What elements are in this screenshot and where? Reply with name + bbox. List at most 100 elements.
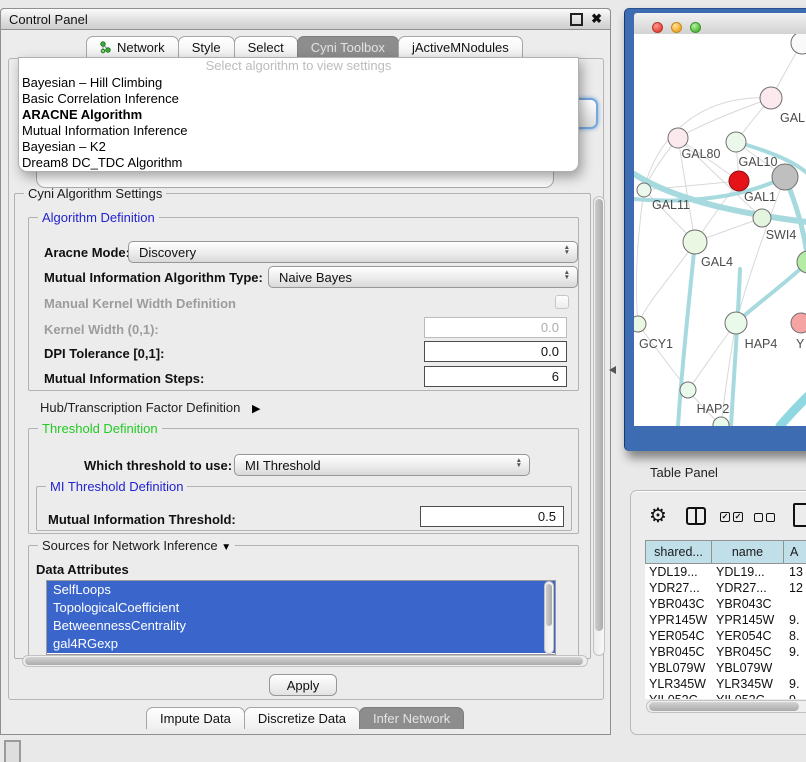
- algorithm-option[interactable]: Basic Correlation Inference: [19, 91, 578, 107]
- data-attributes-list[interactable]: SelfLoopsTopologicalCoefficientBetweenne…: [46, 580, 556, 655]
- network-node[interactable]: [791, 34, 806, 54]
- tab-label: Style: [192, 40, 221, 55]
- tab-select[interactable]: Select: [234, 36, 298, 58]
- table-cell: YPR145W: [645, 612, 712, 628]
- which-threshold-combo[interactable]: MI Threshold ▲▼: [234, 454, 530, 476]
- mi-steps-label: Mutual Information Steps:: [44, 371, 204, 386]
- table-row[interactable]: YBR043CYBR043C: [645, 596, 806, 612]
- scrollbar-thumb[interactable]: [546, 584, 552, 626]
- table-row[interactable]: YPR145WYPR145W9.: [645, 612, 806, 628]
- column-header-shared[interactable]: shared...: [645, 540, 712, 564]
- select-all-checkboxes-icon[interactable]: ✓ ✓: [720, 512, 743, 522]
- document-icon[interactable]: [793, 503, 806, 527]
- attribute-item[interactable]: BetweennessCentrality: [47, 617, 555, 635]
- tab-discretize-data[interactable]: Discretize Data: [244, 707, 360, 729]
- network-node-label: SWI4: [766, 228, 797, 242]
- mi-steps-input[interactable]: 6: [424, 366, 567, 387]
- mi-threshold-input[interactable]: 0.5: [420, 506, 564, 527]
- tab-network[interactable]: Network: [86, 36, 179, 58]
- network-node-gal4[interactable]: [683, 230, 707, 254]
- network-node-hap4[interactable]: [725, 312, 747, 334]
- tab-label: Network: [117, 40, 165, 55]
- table-row[interactable]: YBL079WYBL079W: [645, 660, 806, 676]
- network-edge: [644, 98, 771, 190]
- settings-horizontal-scrollbar[interactable]: [22, 655, 588, 667]
- group-title: Algorithm Definition: [38, 210, 159, 225]
- column-header-third[interactable]: A: [783, 540, 806, 564]
- network-node-y[interactable]: [791, 313, 806, 333]
- table-header-row: shared... name A: [645, 540, 806, 564]
- table-cell: YER054C: [712, 628, 785, 644]
- network-edge: [636, 190, 644, 324]
- network-node[interactable]: [729, 171, 749, 191]
- float-window-icon[interactable]: [570, 13, 583, 26]
- tab-style[interactable]: Style: [178, 36, 235, 58]
- attribute-item[interactable]: TopologicalCoefficient: [47, 599, 555, 617]
- scrollbar-thumb[interactable]: [25, 657, 583, 665]
- scrollbar-thumb[interactable]: [595, 199, 603, 631]
- input-value: 6: [552, 369, 559, 384]
- mini-widget[interactable]: [4, 740, 21, 762]
- unchecked-box-icon: [766, 513, 775, 522]
- algorithm-option[interactable]: Dream8 DC_TDC Algorithm: [19, 155, 578, 171]
- algorithm-option[interactable]: ARACNE Algorithm: [19, 107, 578, 123]
- columns-icon[interactable]: [686, 507, 706, 525]
- table-row[interactable]: YBR045CYBR045C9.: [645, 644, 806, 660]
- algorithm-option[interactable]: Bayesian – K2: [19, 139, 578, 155]
- tab-jactivemnodules[interactable]: jActiveMNodules: [398, 36, 523, 58]
- network-node-gal1[interactable]: [753, 209, 771, 227]
- network-canvas[interactable]: GALGAL80GAL10GAL11GAL1SWI4GAL4GCY1HAP4YH…: [634, 34, 806, 426]
- close-traffic-light-icon[interactable]: [652, 22, 663, 33]
- network-icon: [100, 41, 112, 54]
- tab-cyni-toolbox[interactable]: Cyni Toolbox: [297, 36, 399, 58]
- tab-infer-network[interactable]: Infer Network: [359, 707, 464, 729]
- attribute-item[interactable]: gal4RGexp: [47, 635, 555, 653]
- aracne-mode-combo[interactable]: Discovery ▲▼: [128, 241, 578, 263]
- network-window-titlebar[interactable]: [634, 13, 806, 35]
- table-cell: YBR043C: [645, 596, 712, 612]
- deselect-all-checkboxes-icon[interactable]: [754, 513, 775, 522]
- table-panel-title: Table Panel: [650, 465, 718, 480]
- manual-kernel-checkbox[interactable]: [555, 295, 569, 309]
- attribute-item[interactable]: SelfLoops: [47, 581, 555, 599]
- table-cell: YDR27...: [645, 580, 712, 596]
- tab-label: Discretize Data: [258, 711, 346, 726]
- dropdown-placeholder: Select algorithm to view settings: [19, 58, 578, 75]
- algorithm-option[interactable]: Mutual Information Inference: [19, 123, 578, 139]
- hub-definition-toggle[interactable]: Hub/Transcription Factor Definition ▶: [40, 400, 260, 415]
- tab-impute-data[interactable]: Impute Data: [146, 707, 245, 729]
- gear-icon[interactable]: ⚙: [649, 503, 667, 528]
- table-row[interactable]: YLR345WYLR345W9.: [645, 676, 806, 692]
- network-node-gal[interactable]: [760, 87, 782, 109]
- network-node-gal11[interactable]: [637, 183, 651, 197]
- kernel-width-input[interactable]: 0.0: [424, 317, 567, 338]
- table-row[interactable]: YIL052CYIL052C9: [645, 692, 806, 699]
- scrollbar-thumb[interactable]: [649, 702, 799, 711]
- sources-title: Sources for Network Inference: [42, 538, 218, 553]
- settings-vertical-scrollbar[interactable]: [593, 196, 605, 656]
- attributes-scrollbar[interactable]: [544, 581, 554, 654]
- table-cell: 9.: [785, 644, 806, 660]
- minimize-traffic-light-icon[interactable]: [671, 22, 682, 33]
- dpi-tolerance-input[interactable]: 0.0: [424, 341, 567, 362]
- network-node-gcy1[interactable]: [634, 316, 646, 332]
- mouse-cursor: [609, 366, 616, 374]
- network-node[interactable]: [713, 417, 729, 426]
- table-horizontal-scrollbar[interactable]: [646, 700, 806, 713]
- table-row[interactable]: YDL19...YDL19...13: [645, 564, 806, 580]
- kernel-width-label: Kernel Width (0,1):: [44, 322, 159, 337]
- table-row[interactable]: YER054CYER054C8.: [645, 628, 806, 644]
- algorithm-option[interactable]: Bayesian – Hill Climbing: [19, 75, 578, 91]
- network-node-gal10[interactable]: [726, 132, 746, 152]
- network-node-label: HAP2: [697, 402, 730, 416]
- column-header-name[interactable]: name: [711, 540, 784, 564]
- tab-label: Impute Data: [160, 711, 231, 726]
- mi-type-combo[interactable]: Naive Bayes ▲▼: [268, 266, 578, 288]
- aracne-mode-label: Aracne Mode:: [44, 245, 130, 260]
- table-row[interactable]: YDR27...YDR27...12: [645, 580, 806, 596]
- close-icon[interactable]: ✖: [591, 14, 602, 24]
- zoom-traffic-light-icon[interactable]: [690, 22, 701, 33]
- network-node-gal80[interactable]: [668, 128, 688, 148]
- apply-button[interactable]: Apply: [269, 674, 337, 696]
- network-node-hap2[interactable]: [680, 382, 696, 398]
